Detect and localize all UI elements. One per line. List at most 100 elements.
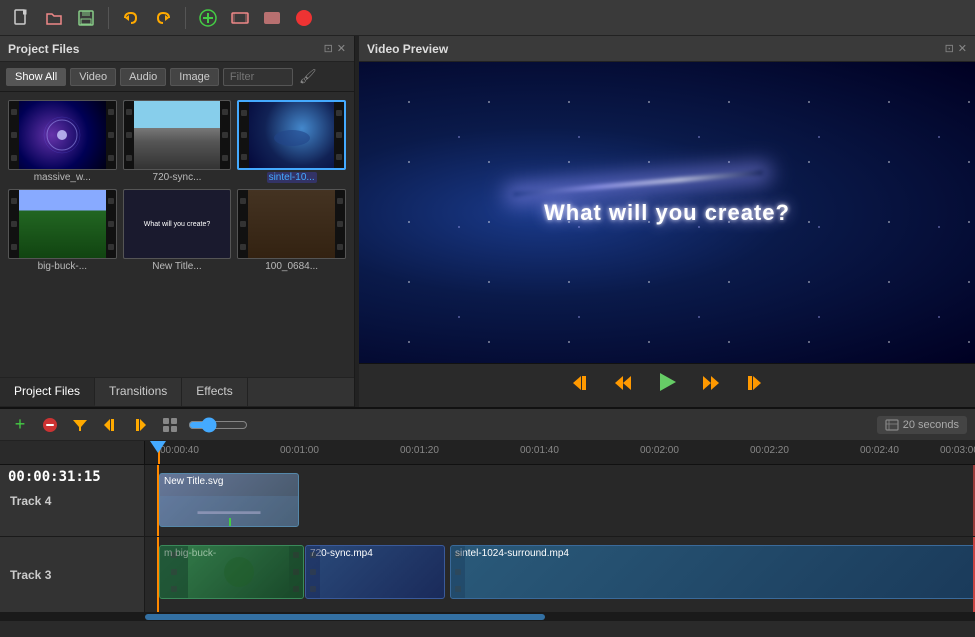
timeline-toolbar: + 20 seconds [0,409,975,441]
left-panel-tabs: Project Files Transitions Effects [0,377,354,407]
time-marker: 00:00:40 [160,445,199,456]
save-file-button[interactable] [72,4,100,32]
film-hole [11,109,17,115]
tab-project-files[interactable]: Project Files [0,378,95,406]
thumbnail-item[interactable]: 720-sync... [123,100,232,183]
skip-back-button[interactable] [566,368,596,404]
zoom-level-display: 20 seconds [877,416,967,434]
film-holes-right [335,190,345,258]
export-button[interactable] [258,4,286,32]
thumbnail-item[interactable]: big-buck-... [8,189,117,272]
thumbnails-grid: massive_w... 720-sync... [0,92,354,377]
tab-effects[interactable]: Effects [182,378,247,406]
film-hole [126,109,132,115]
film-holes-left [9,190,19,258]
project-files-header: Project Files ⊡ ✕ [0,36,354,62]
film-hole [108,221,114,227]
thumbnail-item[interactable]: What will you create? New Title... [123,189,232,272]
video-preview-area: What will you create? [359,62,975,363]
track-start-button[interactable] [98,413,122,437]
redo-button[interactable] [149,4,177,32]
remove-clip-button[interactable] [38,413,62,437]
clip-label: New Title.svg [164,476,223,487]
track-3-label: Track 3 [0,537,145,612]
add-button[interactable] [194,4,222,32]
fast-forward-button[interactable] [696,368,726,404]
film-hole [336,110,342,116]
film-hole [222,155,228,161]
film-hole [336,132,342,138]
film-hole [337,244,343,250]
filter-button[interactable] [68,413,92,437]
main-toolbar [0,0,975,36]
filter-bar: Show All Video Audio Image 🖌 [0,62,354,92]
time-marker: 00:02:40 [860,445,899,456]
timeline-scrollbar[interactable] [0,613,975,621]
thumb-label: massive_w... [34,172,91,183]
skip-forward-button[interactable] [738,368,768,404]
filter-video-button[interactable]: Video [70,68,116,86]
preview-overlay-text: What will you create? [544,200,790,226]
preview-close-icon[interactable]: ✕ [958,42,967,55]
film-hole [240,221,246,227]
clip-sintel[interactable]: sintel-1024-surround.mp4 [450,545,975,599]
thumb-label: 720-sync... [153,172,202,183]
preview-pin-icon[interactable]: ⊡ [945,42,954,55]
track-4-content[interactable]: New Title.svg ▬▬▬▬▬▬▬ [145,465,975,536]
filter-input[interactable] [223,68,293,86]
thumbnail-item[interactable]: 100_0684... [237,189,346,272]
track-3-content[interactable]: m big-buck- [145,537,975,612]
thumb-preview [237,189,346,259]
thumb-label: big-buck-... [38,261,87,272]
play-button[interactable] [650,365,684,406]
filter-image-button[interactable]: Image [170,68,219,86]
thumbnail-item[interactable]: sintel-10... [237,100,346,183]
panel-header-icons: ⊡ ✕ [324,42,346,55]
record-button[interactable] [290,4,318,32]
thumbnail-item[interactable]: massive_w... [8,100,117,183]
filter-all-button[interactable]: Show All [6,68,66,86]
film-hole [108,155,114,161]
zoom-slider[interactable] [188,417,248,433]
timeline-timestamp: 00:00:31:15 [8,469,101,485]
track-row-3: Track 3 m big-buck- [0,537,975,613]
scrollbar-thumb[interactable] [145,614,545,620]
film-holes-left [9,101,19,169]
film-holes-left [124,101,134,169]
track-end-button[interactable] [128,413,152,437]
new-file-button[interactable] [8,4,36,32]
film-hole [126,155,132,161]
title-preview-text: What will you create? [142,219,213,230]
tab-transitions[interactable]: Transitions [95,378,182,406]
thumb-preview [8,100,117,170]
film-hole [337,221,343,227]
thumb-label: sintel-10... [267,172,317,183]
main-area: Project Files ⊡ ✕ Show All Video Audio I… [0,36,975,407]
timeline-tracks: Track 4 New Title.svg ▬▬▬▬▬▬▬ [0,465,975,637]
clip-big-buck[interactable]: m big-buck- [159,545,304,599]
clip-new-title[interactable]: New Title.svg ▬▬▬▬▬▬▬ [159,473,299,527]
film-hole [11,221,17,227]
add-track-button[interactable]: + [8,413,32,437]
filmstrip-button[interactable] [226,4,254,32]
open-file-button[interactable] [40,4,68,32]
clip-720-sync[interactable]: 720-sync.mp4 [305,545,445,599]
track-row-4: Track 4 New Title.svg ▬▬▬▬▬▬▬ [0,465,975,537]
rewind-button[interactable] [608,368,638,404]
filter-clear-icon[interactable]: 🖌 [299,68,317,85]
film-hole [240,198,246,204]
preview-title: Video Preview [367,42,448,56]
film-hole [241,132,247,138]
project-files-title: Project Files [8,42,79,56]
thumb-preview: What will you create? [123,189,232,259]
film-holes-left [238,190,248,258]
playback-controls [359,363,975,407]
filter-audio-button[interactable]: Audio [120,68,166,86]
snap-button[interactable] [158,413,182,437]
time-marker: 00:02:20 [750,445,789,456]
thumb-label: New Title... [152,261,201,272]
undo-button[interactable] [117,4,145,32]
thumb-label: 100_0684... [265,261,318,272]
panel-pin-icon[interactable]: ⊡ [324,42,333,55]
panel-close-icon[interactable]: ✕ [337,42,346,55]
